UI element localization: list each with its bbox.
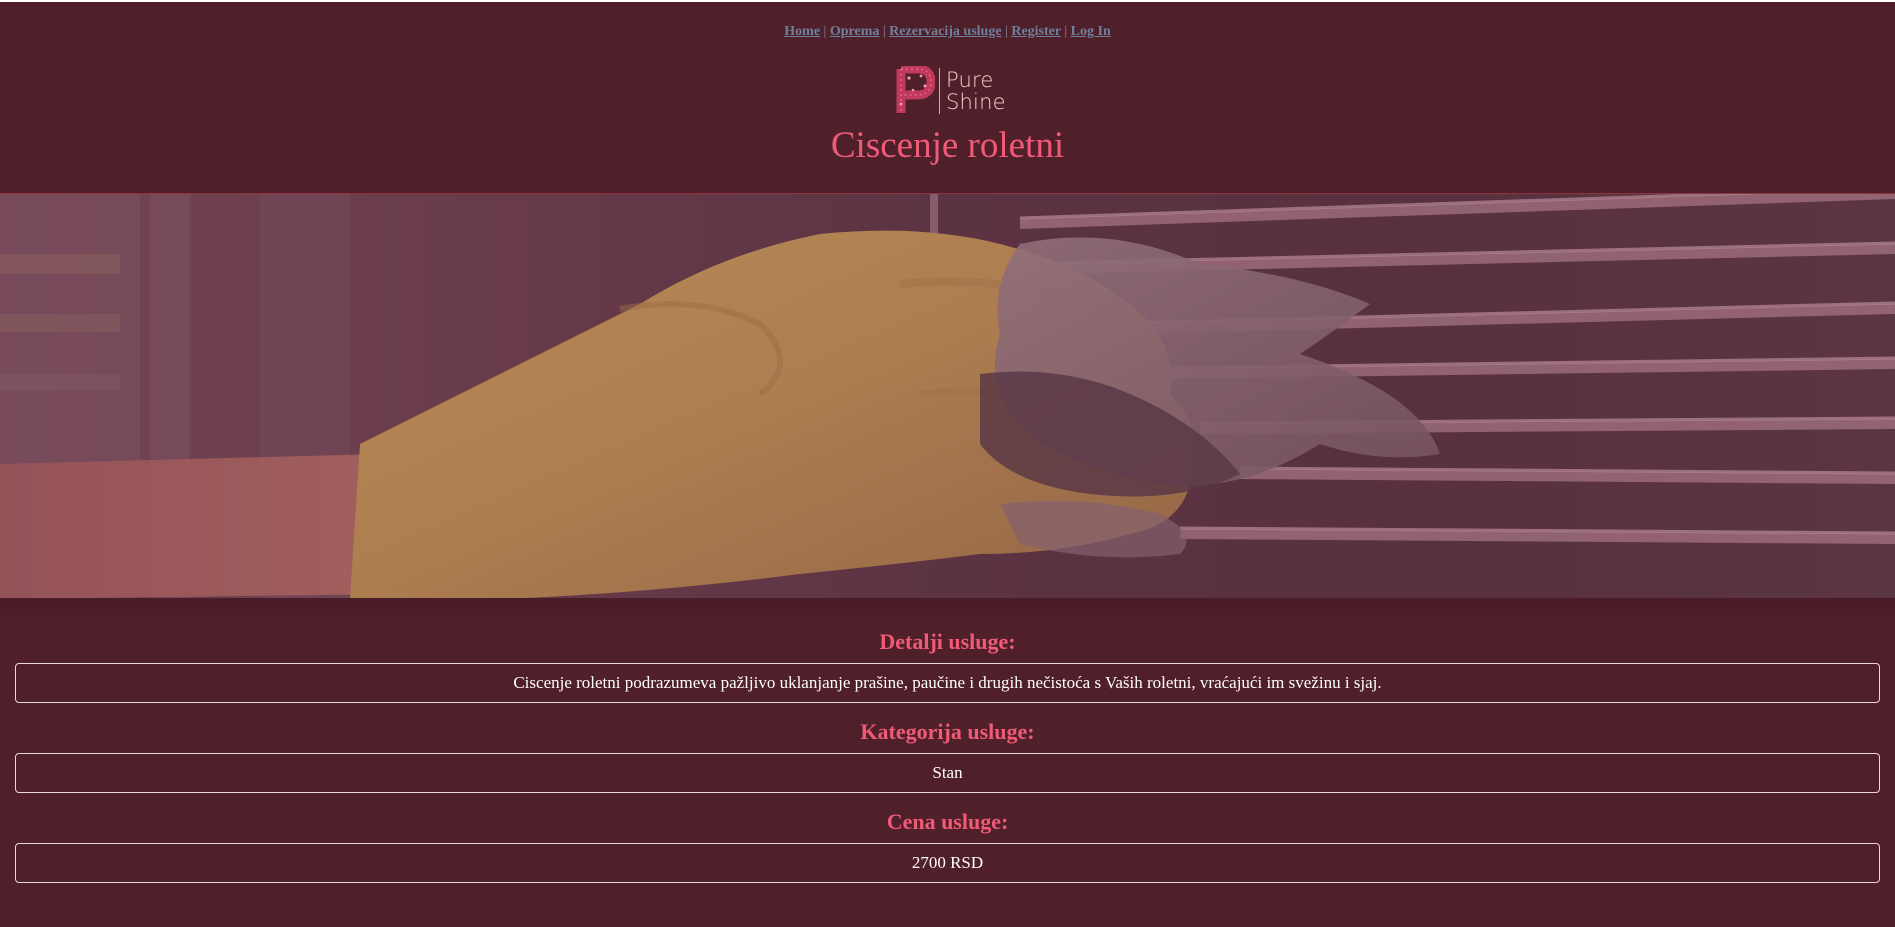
- price-text: 2700 RSD: [911, 853, 984, 872]
- details-heading: Detalji usluge:: [879, 629, 1016, 654]
- hero-image: [0, 193, 1895, 600]
- top-border: [0, 0, 1895, 2]
- hero-bottom-band: [0, 598, 1895, 616]
- nav-link-rezervacija[interactable]: Rezervacija usluge: [889, 24, 1001, 39]
- logo-word-pure: Pure: [946, 68, 994, 92]
- details-text: Ciscenje roletni podrazumeva pažljivo uk…: [513, 673, 1382, 692]
- logo-word-shine: Shine: [946, 90, 1006, 114]
- ornate-letter-p-icon: [896, 66, 935, 113]
- page-title: Ciscenje roletni: [830, 125, 1065, 166]
- category-value-box: Stan: [15, 753, 1880, 793]
- price-value-box: 2700 RSD: [15, 843, 1880, 883]
- service-details: Detalji usluge: Ciscenje roletni podrazu…: [0, 628, 1895, 883]
- nav-link-login[interactable]: Log In: [1071, 24, 1111, 39]
- main-nav: Home | Oprema | Rezervacija usluge | Reg…: [0, 24, 1895, 40]
- nav-separator: |: [823, 24, 827, 39]
- logo-wordmark: Pure Shine: [946, 69, 1006, 113]
- category-heading: Kategorija usluge:: [860, 719, 1035, 744]
- nav-separator: |: [882, 24, 886, 39]
- category-text: Stan: [932, 763, 963, 782]
- price-heading: Cena usluge:: [886, 809, 1009, 834]
- hero-illustration: [0, 194, 1895, 599]
- nav-separator: |: [1064, 24, 1068, 39]
- site-logo[interactable]: Pure Shine: [895, 66, 1006, 116]
- nav-link-register[interactable]: Register: [1011, 24, 1061, 39]
- nav-separator: |: [1005, 24, 1008, 39]
- logo-divider: [939, 68, 940, 114]
- nav-link-home[interactable]: Home: [784, 24, 820, 39]
- details-value-box: Ciscenje roletni podrazumeva pažljivo uk…: [15, 663, 1880, 703]
- nav-link-oprema[interactable]: Oprema: [830, 24, 880, 39]
